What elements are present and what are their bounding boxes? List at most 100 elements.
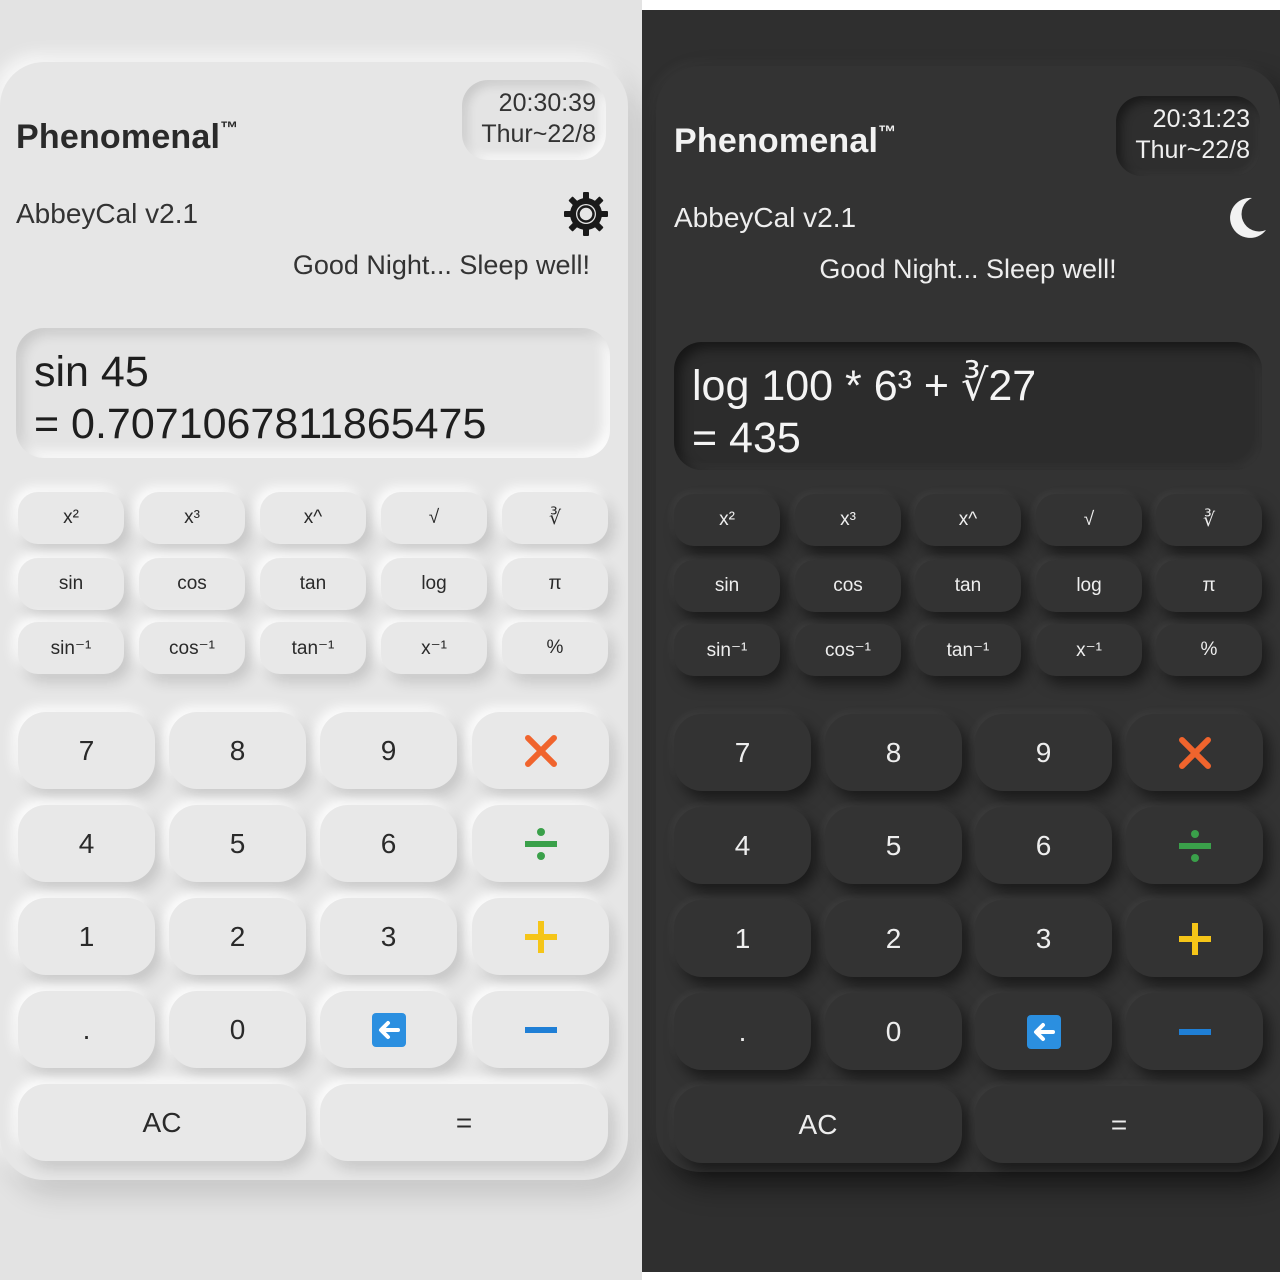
- clock-widget: 20:30:39 Thur~22/8: [462, 80, 606, 160]
- pi-button[interactable]: π: [502, 558, 608, 610]
- clear-button[interactable]: AC: [674, 1086, 962, 1163]
- clock-time: 20:30:39: [498, 89, 596, 117]
- atan-button[interactable]: tan⁻¹: [260, 622, 366, 674]
- calculator-card: Phenomenal™ 20:31:23 Thur~22/8 AbbeyCal …: [656, 66, 1280, 1172]
- app-version: AbbeyCal v2.1: [674, 202, 857, 233]
- cube-button[interactable]: x³: [795, 494, 901, 546]
- decimal-button[interactable]: .: [18, 991, 155, 1068]
- multiply-icon: [524, 734, 557, 767]
- backspace-icon: [371, 1012, 406, 1047]
- digit-0-button[interactable]: 0: [169, 991, 306, 1068]
- percent-button[interactable]: %: [502, 622, 608, 674]
- plus-icon: [1178, 922, 1211, 955]
- brand-title: Phenomenal™: [674, 122, 897, 160]
- minus-icon: [524, 1026, 557, 1033]
- digit-7-button[interactable]: 7: [18, 712, 155, 789]
- digit-6-button[interactable]: 6: [975, 807, 1112, 884]
- divide-button[interactable]: [472, 805, 609, 882]
- cbrt-button[interactable]: ∛: [502, 492, 608, 544]
- digit-2-button[interactable]: 2: [825, 900, 962, 977]
- multiply-button[interactable]: [472, 712, 609, 789]
- app-version: AbbeyCal v2.1: [16, 198, 199, 229]
- divide-button[interactable]: [1126, 807, 1263, 884]
- brand-title: Phenomenal™: [16, 118, 239, 156]
- sin-button[interactable]: sin: [674, 560, 780, 612]
- multiply-button[interactable]: [1126, 714, 1263, 791]
- greeting-text: Good Night... Sleep well!: [819, 254, 1117, 284]
- greeting-text: Good Night... Sleep well!: [292, 250, 590, 280]
- square-button[interactable]: x²: [674, 494, 780, 546]
- digit-8-button[interactable]: 8: [169, 712, 306, 789]
- digit-1-button[interactable]: 1: [18, 898, 155, 975]
- cos-button[interactable]: cos: [139, 558, 245, 610]
- digit-6-button[interactable]: 6: [320, 805, 457, 882]
- minus-button[interactable]: [1126, 993, 1263, 1070]
- digit-9-button[interactable]: 9: [320, 712, 457, 789]
- power-button[interactable]: x^: [260, 492, 366, 544]
- clock-widget: 20:31:23 Thur~22/8: [1116, 96, 1260, 176]
- calculator-card: Phenomenal™ 20:30:39 Thur~22/8 AbbeyCal …: [0, 62, 628, 1180]
- asin-button[interactable]: sin⁻¹: [674, 624, 780, 676]
- multiply-icon: [1178, 736, 1211, 769]
- clear-button[interactable]: AC: [18, 1084, 306, 1161]
- clock-time: 20:31:23: [1152, 105, 1250, 133]
- minus-button[interactable]: [472, 991, 609, 1068]
- digit-7-button[interactable]: 7: [674, 714, 811, 791]
- inverse-button[interactable]: x⁻¹: [381, 622, 487, 674]
- acos-button[interactable]: cos⁻¹: [139, 622, 245, 674]
- cbrt-button[interactable]: ∛: [1156, 494, 1262, 546]
- cos-button[interactable]: cos: [795, 560, 901, 612]
- log-button[interactable]: log: [381, 558, 487, 610]
- minus-icon: [1178, 1028, 1211, 1035]
- log-button[interactable]: log: [1036, 560, 1142, 612]
- tan-button[interactable]: tan: [260, 558, 366, 610]
- light-theme-screen: Phenomenal™ 20:30:39 Thur~22/8 AbbeyCal …: [0, 0, 642, 1280]
- power-button[interactable]: x^: [915, 494, 1021, 546]
- atan-button[interactable]: tan⁻¹: [915, 624, 1021, 676]
- display-result: = 435: [692, 414, 801, 462]
- calculator-display: sin 45 = 0.7071067811865475: [16, 328, 610, 458]
- asin-button[interactable]: sin⁻¹: [18, 622, 124, 674]
- plus-button[interactable]: [472, 898, 609, 975]
- inverse-button[interactable]: x⁻¹: [1036, 624, 1142, 676]
- equals-button[interactable]: =: [975, 1086, 1263, 1163]
- tan-button[interactable]: tan: [915, 560, 1021, 612]
- digit-9-button[interactable]: 9: [975, 714, 1112, 791]
- sin-button[interactable]: sin: [18, 558, 124, 610]
- backspace-icon: [1026, 1014, 1061, 1049]
- digit-4-button[interactable]: 4: [18, 805, 155, 882]
- calculator-display: log 100 * 6³ + ∛27 = 435: [674, 342, 1262, 470]
- digit-1-button[interactable]: 1: [674, 900, 811, 977]
- clock-date: Thur~22/8: [1135, 136, 1250, 164]
- digit-3-button[interactable]: 3: [975, 900, 1112, 977]
- plus-button[interactable]: [1126, 900, 1263, 977]
- backspace-button[interactable]: [320, 991, 457, 1068]
- decimal-button[interactable]: .: [674, 993, 811, 1070]
- equals-button[interactable]: =: [320, 1084, 608, 1161]
- divide-icon: [1178, 829, 1211, 862]
- plus-icon: [524, 920, 557, 953]
- gear-icon[interactable]: [562, 190, 610, 238]
- percent-button[interactable]: %: [1156, 624, 1262, 676]
- acos-button[interactable]: cos⁻¹: [795, 624, 901, 676]
- divide-icon: [524, 827, 557, 860]
- moon-icon[interactable]: [1222, 194, 1270, 242]
- digit-0-button[interactable]: 0: [825, 993, 962, 1070]
- square-button[interactable]: x²: [18, 492, 124, 544]
- digit-4-button[interactable]: 4: [674, 807, 811, 884]
- digit-5-button[interactable]: 5: [169, 805, 306, 882]
- cube-button[interactable]: x³: [139, 492, 245, 544]
- display-expression: log 100 * 6³ + ∛27: [692, 362, 1037, 410]
- clock-date: Thur~22/8: [481, 120, 596, 148]
- digit-8-button[interactable]: 8: [825, 714, 962, 791]
- backspace-button[interactable]: [975, 993, 1112, 1070]
- dark-theme-screen: Phenomenal™ 20:31:23 Thur~22/8 AbbeyCal …: [642, 10, 1280, 1272]
- sqrt-button[interactable]: √: [1036, 494, 1142, 546]
- sqrt-button[interactable]: √: [381, 492, 487, 544]
- digit-2-button[interactable]: 2: [169, 898, 306, 975]
- display-expression: sin 45: [34, 348, 149, 396]
- digit-5-button[interactable]: 5: [825, 807, 962, 884]
- digit-3-button[interactable]: 3: [320, 898, 457, 975]
- display-result: = 0.7071067811865475: [34, 400, 487, 448]
- pi-button[interactable]: π: [1156, 560, 1262, 612]
